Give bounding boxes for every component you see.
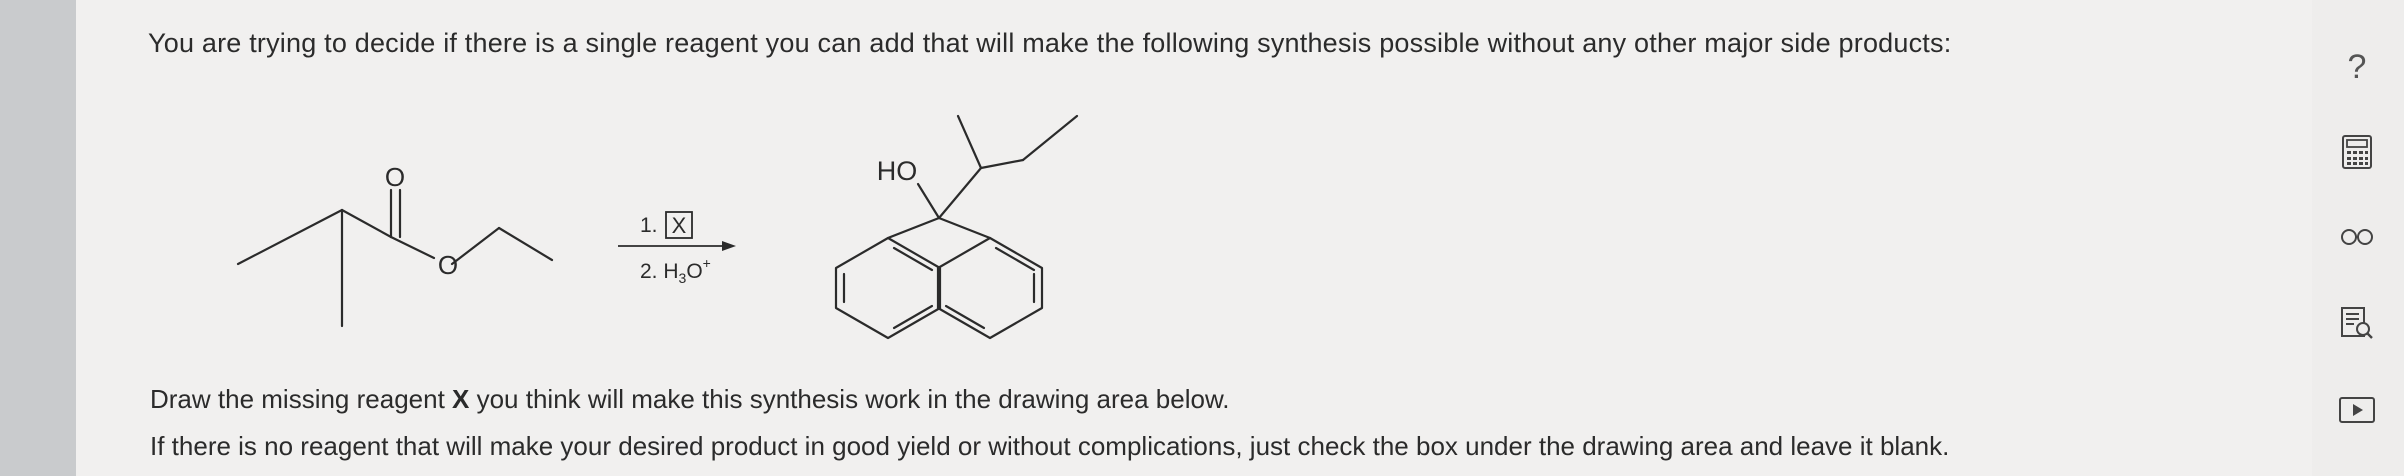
help-icon: ? bbox=[2347, 47, 2367, 86]
reference-button[interactable] bbox=[2332, 300, 2382, 346]
video-button[interactable] bbox=[2332, 387, 2382, 433]
no-reagent-note: If there is no reagent that will make yo… bbox=[150, 431, 1950, 461]
reactant-structure: O O bbox=[236, 162, 554, 328]
ester-oxygen: O bbox=[438, 250, 458, 280]
drawing-instruction: Draw the missing reagent X you think wil… bbox=[150, 384, 1230, 414]
video-icon bbox=[2339, 397, 2375, 423]
reagent-x: X bbox=[672, 213, 687, 238]
glasses-button[interactable] bbox=[2332, 214, 2382, 260]
calculator-button[interactable] bbox=[2332, 129, 2382, 175]
reaction-arrow: 1. X 2. H3O+ bbox=[618, 211, 736, 286]
hydroxyl-label: HO bbox=[877, 156, 918, 186]
question-prompt: You are trying to decide if there is a s… bbox=[148, 28, 1952, 58]
reference-icon bbox=[2341, 307, 2373, 339]
glasses-icon bbox=[2341, 229, 2373, 245]
help-button[interactable]: ? bbox=[2332, 44, 2382, 90]
step1-number: 1. bbox=[640, 214, 658, 237]
carbonyl-oxygen: O bbox=[385, 162, 405, 192]
left-margin bbox=[0, 0, 76, 476]
calculator-icon bbox=[2342, 135, 2372, 169]
product-structure: HO bbox=[834, 114, 1079, 340]
step2-label: 2. H3O+ bbox=[640, 255, 711, 286]
